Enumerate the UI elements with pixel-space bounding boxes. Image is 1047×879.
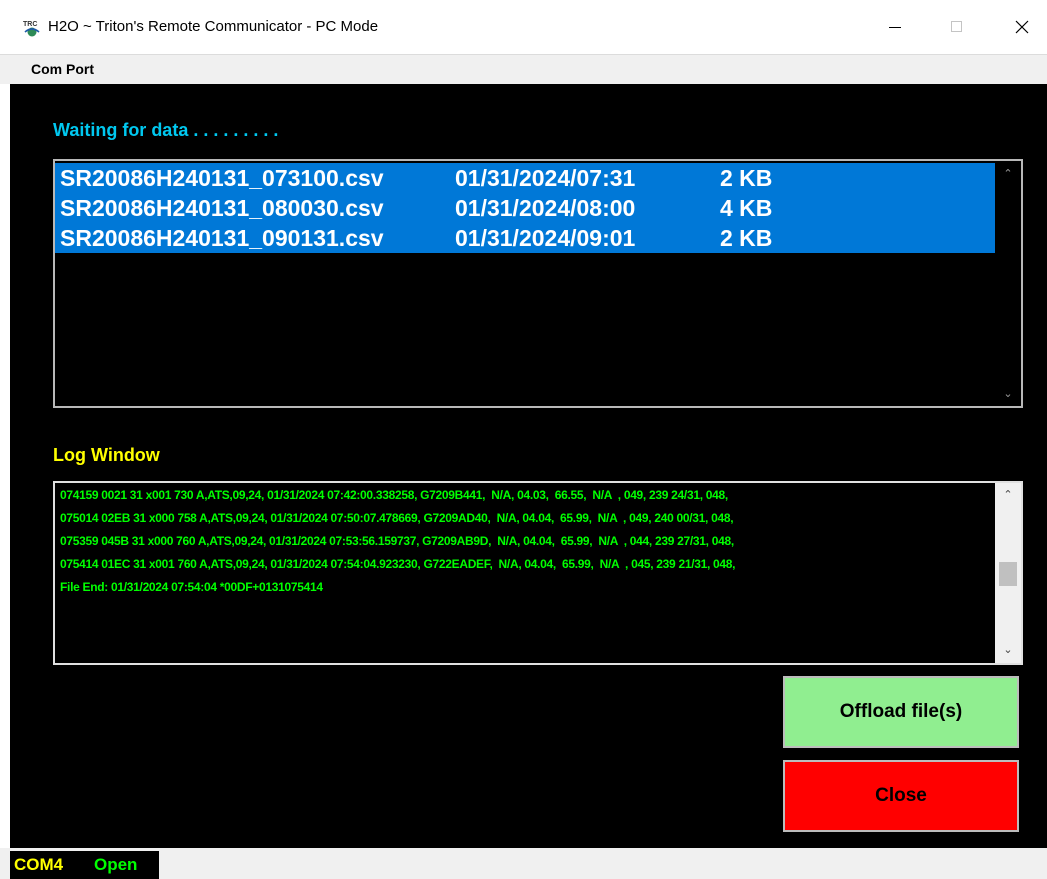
scroll-down-icon[interactable]: ⌄ [995,387,1021,400]
file-date: 01/31/2024/09:01 [455,225,636,251]
minimize-icon [889,27,901,28]
file-name: SR20086H240131_090131.csv [60,225,384,251]
file-list-item[interactable]: SR20086H240131_073100.csv 01/31/2024/07:… [55,163,995,193]
com-port-state: Open [94,855,138,874]
file-name: SR20086H240131_080030.csv [60,195,384,221]
close-icon [1015,20,1029,34]
window-title: H2O ~ Triton's Remote Communicator - PC … [48,18,379,35]
log-scrollbar[interactable]: ⌃ ⌄ [995,483,1021,663]
log-line: File End: 01/31/2024 07:54:04 *00DF+0131… [60,580,323,594]
offload-files-button[interactable]: Offload file(s) [783,676,1019,748]
close-window-button[interactable] [993,0,1047,54]
menu-bar: Com Port [0,54,1047,84]
maximize-button[interactable] [928,0,986,54]
log-line: 074159 0021 31 x001 730 A,ATS,09,24, 01/… [60,488,728,502]
minimize-button[interactable] [866,0,924,54]
close-button[interactable]: Close [783,760,1019,832]
menu-com-port[interactable]: Com Port [31,61,94,77]
file-size: 2 KB [720,165,773,191]
file-date: 01/31/2024/08:00 [455,195,636,221]
status-bar: COM4 Open [0,848,1047,879]
file-size: 2 KB [720,225,773,251]
log-window[interactable]: 074159 0021 31 x001 730 A,ATS,09,24, 01/… [53,481,1023,665]
scroll-up-icon[interactable]: ⌃ [995,488,1021,501]
scrollbar-thumb[interactable] [999,562,1017,586]
file-list-item[interactable]: SR20086H240131_080030.csv 01/31/2024/08:… [55,193,995,223]
file-date: 01/31/2024/07:31 [455,165,636,191]
scroll-down-icon[interactable]: ⌄ [995,643,1021,656]
log-line: 075359 045B 31 x000 760 A,ATS,09,24, 01/… [60,534,734,548]
waiting-status-label: Waiting for data . . . . . . . . . [53,120,279,140]
log-window-label: Log Window [53,445,160,465]
file-list-scrollbar[interactable]: ⌃ ⌄ [995,161,1021,406]
log-line: 075014 02EB 31 x000 758 A,ATS,09,24, 01/… [60,511,734,525]
log-line: 075414 01EC 31 x001 760 A,ATS,09,24, 01/… [60,557,736,571]
triton-app-icon: TRC [23,21,40,37]
title-bar: TRC H2O ~ Triton's Remote Communicator -… [0,0,1047,54]
svg-text:TRC: TRC [23,21,37,28]
maximize-icon [951,21,962,32]
file-size: 4 KB [720,195,773,221]
com-port-name: COM4 [14,855,64,874]
scroll-up-icon[interactable]: ⌃ [995,167,1021,180]
file-list-item[interactable]: SR20086H240131_090131.csv 01/31/2024/09:… [55,223,995,253]
com-port-status: COM4 Open [10,851,159,879]
file-name: SR20086H240131_073100.csv [60,165,384,191]
file-list[interactable]: SR20086H240131_073100.csv 01/31/2024/07:… [53,159,1023,408]
